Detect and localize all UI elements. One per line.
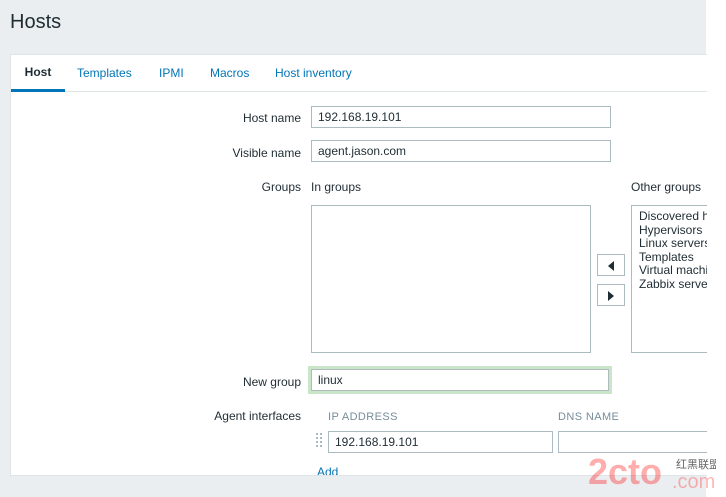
other-groups-listbox[interactable]: Discovered hosts Hypervisors Linux serve…	[631, 205, 707, 353]
agent-interfaces-label: Agent interfaces	[214, 409, 301, 423]
other-groups-label: Other groups	[631, 180, 702, 194]
move-right-button[interactable]	[597, 284, 625, 306]
in-groups-label: In groups	[311, 180, 362, 194]
tab-macros[interactable]: Macros	[210, 55, 249, 91]
ip-address-input[interactable]	[328, 431, 553, 453]
watermark-logo: 2cto 红黑联盟 .com	[588, 451, 716, 493]
in-groups-listbox[interactable]	[311, 205, 591, 353]
tab-bar: Host Templates IPMI Macros Host inventor…	[11, 55, 707, 92]
other-group-item[interactable]: Zabbix servers	[639, 277, 707, 292]
right-gutter	[706, 0, 726, 497]
host-form-panel: Host Templates IPMI Macros Host inventor…	[10, 54, 707, 476]
host-name-input[interactable]	[311, 106, 611, 128]
page-title: Hosts	[10, 11, 62, 33]
visible-name-label: Visible name	[232, 146, 301, 160]
page-header: Hosts	[0, 0, 706, 44]
host-name-label: Host name	[242, 111, 301, 125]
new-group-input[interactable]	[311, 369, 609, 391]
arrow-left-icon	[608, 261, 614, 271]
tab-host[interactable]: Host	[11, 55, 65, 92]
watermark-suffix: .com	[672, 471, 715, 493]
other-group-item[interactable]: Linux servers	[639, 237, 707, 251]
other-group-item[interactable]: Discovered hosts	[639, 209, 707, 224]
ip-address-column-header: IP ADDRESS	[328, 411, 398, 423]
tab-host-inventory[interactable]: Host inventory	[275, 55, 352, 91]
new-group-label: New group	[242, 375, 301, 389]
other-group-item[interactable]: Hypervisors	[639, 223, 703, 238]
tab-templates[interactable]: Templates	[77, 55, 132, 91]
watermark-text: 2cto	[588, 451, 662, 492]
move-left-button[interactable]	[597, 254, 625, 276]
groups-label: Groups	[261, 180, 301, 194]
watermark-cn: 红黑联盟	[676, 458, 716, 471]
arrow-right-icon	[608, 291, 614, 301]
tab-ipmi[interactable]: IPMI	[159, 55, 184, 91]
other-group-item[interactable]: Templates	[639, 250, 703, 265]
dns-name-column-header: DNS NAME	[558, 411, 620, 423]
add-interface-link[interactable]: Add	[317, 465, 338, 475]
drag-handle-icon[interactable]	[316, 433, 324, 453]
other-group-item[interactable]: Virtual machines	[639, 264, 707, 278]
visible-name-input[interactable]	[311, 140, 611, 162]
